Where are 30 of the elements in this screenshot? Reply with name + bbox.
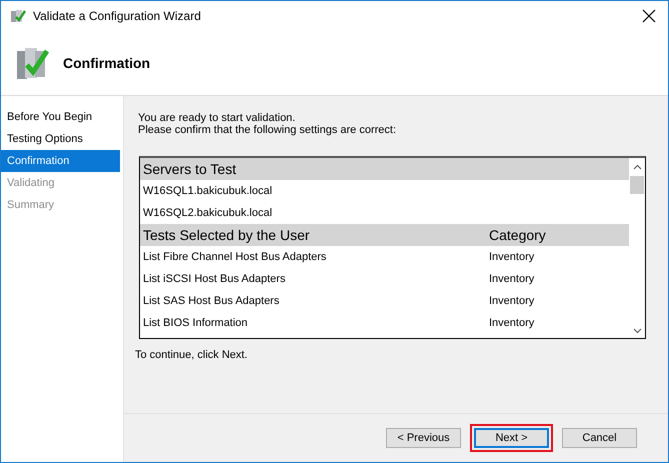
wizard-step[interactable]: Before You Begin — [1, 106, 120, 128]
group-title: Tests Selected by the User — [143, 227, 311, 243]
server-check-icon — [15, 45, 49, 81]
list-item: W16SQL1.bakicubuk.local — [143, 185, 274, 197]
list-item: List Fibre Channel Host Bus Adapters — [143, 251, 328, 263]
window-title: Validate a Configuration Wizard — [33, 9, 201, 23]
intro-text: You are ready to start validation. — [138, 112, 296, 124]
scroll-thumb[interactable] — [630, 176, 644, 194]
list-item: W16SQL2.bakicubuk.local — [143, 207, 274, 219]
scroll-up-icon[interactable] — [632, 164, 642, 170]
wizard-step[interactable]: Testing Options — [1, 128, 120, 150]
close-icon[interactable] — [642, 9, 656, 23]
category-text: Inventory — [489, 317, 536, 329]
wizard-button[interactable]: < Previous — [386, 428, 461, 448]
column-header: Category — [489, 227, 547, 243]
scroll-down-icon[interactable] — [632, 328, 642, 334]
wizard-step[interactable]: Confirmation — [1, 150, 120, 172]
list-item: List SAS Host Bus Adapters — [143, 295, 280, 307]
wizard-button[interactable]: Next > — [474, 428, 549, 448]
category-text: Inventory — [489, 295, 536, 307]
group-title: Servers to Test — [143, 161, 238, 177]
server-check-icon — [10, 8, 26, 24]
wizard-button[interactable]: Cancel — [562, 428, 637, 448]
list-item: List BIOS Information — [143, 317, 249, 329]
instruction-text: To continue, click Next. — [135, 349, 248, 361]
category-text: Inventory — [489, 273, 536, 285]
intro-text: Please confirm that the following settings are correct: — [138, 124, 398, 136]
list-item: List iSCSI Host Bus Adapters — [143, 273, 286, 285]
page-title: Confirmation — [63, 55, 150, 71]
category-text: Inventory — [489, 251, 536, 263]
